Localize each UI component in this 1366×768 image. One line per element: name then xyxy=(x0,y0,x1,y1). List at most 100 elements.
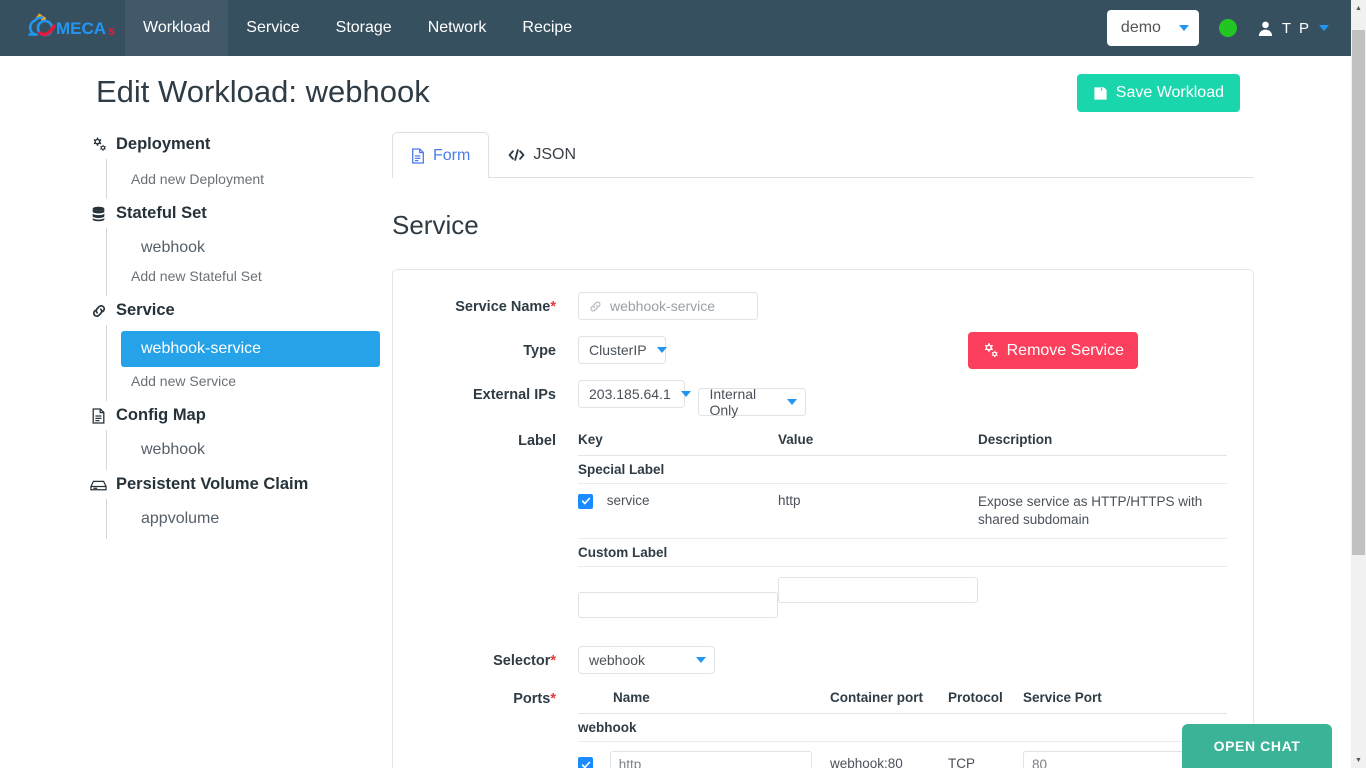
label-group-name: Custom Label xyxy=(578,538,1227,567)
sidebar-group-service[interactable]: Service xyxy=(90,296,380,325)
scrollbar-thumb[interactable] xyxy=(1352,30,1365,555)
sidebar-group-label: Service xyxy=(116,301,175,319)
namespace-value: demo xyxy=(1120,19,1161,36)
nav-item-service[interactable]: Service xyxy=(228,0,317,56)
label-type: Type xyxy=(523,343,556,359)
top-navbar: MECA s Workload Service Storage Network … xyxy=(0,0,1351,56)
svg-text:MECA: MECA xyxy=(56,19,106,38)
namespace-select[interactable]: demo xyxy=(1106,10,1199,46)
label-service-name: Service Name* xyxy=(393,292,578,315)
control-selector: webhook xyxy=(578,646,1227,674)
label-external-ips: External IPs xyxy=(472,387,556,403)
label-row-checkbox[interactable] xyxy=(578,493,593,509)
tree-group-deployment: Deployment Add new Deployment xyxy=(90,130,380,199)
svg-text:s: s xyxy=(108,23,115,38)
nav-item-recipe[interactable]: Recipe xyxy=(504,0,590,56)
nav-item-storage[interactable]: Storage xyxy=(318,0,410,56)
sidebar-group-deployment[interactable]: Deployment xyxy=(90,130,380,159)
drive-icon xyxy=(90,478,107,492)
chevron-down-icon xyxy=(696,657,706,663)
document-icon xyxy=(411,147,425,164)
sidebar-item-add-new-stateful-set[interactable]: Add new Stateful Set xyxy=(107,262,380,290)
control-external-ips: 203.185.64.1 Internal Only xyxy=(578,380,1227,418)
workload-tree-sidebar: Deployment Add new Deployment Stateful S… xyxy=(90,130,380,539)
label-custom-row xyxy=(578,567,1227,629)
link-icon xyxy=(590,301,601,311)
selector-select[interactable]: webhook xyxy=(578,646,715,674)
label-col-value: Value xyxy=(778,432,978,456)
sidebar-children: Add new Deployment xyxy=(106,159,380,199)
sidebar-children: appvolume xyxy=(106,499,380,539)
sidebar-children: webhook-service Add new Service xyxy=(106,325,380,401)
port-name-value: http xyxy=(618,756,642,768)
database-icon xyxy=(90,206,107,222)
control-service-name: webhook-service xyxy=(578,292,1227,320)
floppy-save-icon xyxy=(1094,86,1107,100)
check-icon xyxy=(581,761,590,768)
custom-label-key-cell xyxy=(578,567,778,629)
user-menu[interactable]: T P xyxy=(1257,20,1329,37)
nav-label: Service xyxy=(246,19,300,36)
main-nav: Workload Service Storage Network Recipe xyxy=(125,0,590,56)
tab-json[interactable]: JSON xyxy=(489,132,595,177)
sidebar-item-webhook-statefulset[interactable]: webhook xyxy=(107,234,380,262)
nav-item-network[interactable]: Network xyxy=(410,0,505,56)
tab-label: JSON xyxy=(533,146,576,163)
status-indicator-dot xyxy=(1218,19,1237,37)
editor-tabs: Form JSON xyxy=(392,132,1254,178)
scroll-up-arrow-icon[interactable]: ▲ xyxy=(1351,0,1366,16)
custom-label-description-cell xyxy=(978,567,1227,629)
save-workload-button[interactable]: Save Workload xyxy=(1076,74,1240,112)
tree-group-service: Service webhook-service Add new Service xyxy=(90,296,380,401)
label-group-row-special: Special Label xyxy=(578,455,1227,484)
control-label-table: Key Value Description Special Label serv… xyxy=(578,432,1227,628)
sidebar-group-stateful-set[interactable]: Stateful Set xyxy=(90,199,380,228)
custom-label-value-cell xyxy=(778,567,978,629)
ports-col-container-port: Container port xyxy=(830,690,948,714)
check-icon xyxy=(581,498,590,505)
label-table: Key Value Description Special Label serv… xyxy=(578,432,1227,628)
sidebar-group-label: Persistent Volume Claim xyxy=(116,475,309,493)
label-value-cell: http xyxy=(778,483,978,539)
sidebar-item-add-new-service[interactable]: Add new Service xyxy=(107,367,380,395)
sidebar-item-webhook-service[interactable]: webhook-service xyxy=(121,331,380,367)
label-group-row-custom: Custom Label xyxy=(578,538,1227,567)
chevron-down-icon xyxy=(656,347,667,353)
service-name-input[interactable]: webhook-service xyxy=(578,292,758,320)
sidebar-group-label: Deployment xyxy=(116,135,211,153)
remove-service-button[interactable]: Remove Service xyxy=(967,332,1138,369)
tree-group-stateful-set: Stateful Set webhook Add new Stateful Se… xyxy=(90,199,380,296)
sidebar-item-webhook-configmap[interactable]: webhook xyxy=(107,436,380,464)
port-row-checkbox[interactable] xyxy=(578,757,593,768)
sidebar-group-persistent-volume-claim[interactable]: Persistent Volume Claim xyxy=(90,470,380,499)
external-ip-value: 203.185.64.1 xyxy=(589,386,671,402)
ports-table-header-row: Name Container port Protocol Service Por… xyxy=(578,690,1227,714)
page-scrollbar[interactable]: ▲ ▼ xyxy=(1351,0,1366,768)
external-ip-scope-select[interactable]: Internal Only xyxy=(698,386,807,418)
port-name-input[interactable]: http xyxy=(609,751,812,768)
nav-label: Storage xyxy=(335,19,392,36)
sidebar-item-appvolume[interactable]: appvolume xyxy=(107,505,380,533)
scroll-down-arrow-icon[interactable]: ▼ xyxy=(1351,752,1366,768)
sidebar-group-config-map[interactable]: Config Map xyxy=(90,401,380,430)
brand-logo[interactable]: MECA s xyxy=(0,0,125,56)
sidebar-children: webhook Add new Stateful Set xyxy=(106,228,380,296)
label-group-name: Special Label xyxy=(578,455,1227,484)
sidebar-group-label: Config Map xyxy=(116,406,206,424)
sidebar-item-add-new-deployment[interactable]: Add new Deployment xyxy=(107,165,380,193)
external-ip-select[interactable]: 203.185.64.1 xyxy=(578,380,691,408)
ports-col-name: Name xyxy=(578,690,830,714)
custom-label-key-input[interactable] xyxy=(578,592,778,618)
tab-form[interactable]: Form xyxy=(392,132,490,178)
label-col-key: Key xyxy=(578,432,778,456)
cogs-icon xyxy=(90,137,107,152)
label-text: Ports xyxy=(513,691,551,707)
ports-col-service-port: Service Port xyxy=(1023,690,1227,714)
open-chat-button[interactable]: OPEN CHAT xyxy=(1182,724,1332,768)
tree-group-persistent-volume-claim: Persistent Volume Claim appvolume xyxy=(90,470,380,539)
chevron-down-icon xyxy=(1178,25,1189,31)
nav-item-workload[interactable]: Workload xyxy=(125,0,229,56)
type-select[interactable]: ClusterIP xyxy=(578,336,667,364)
label-text: Service Name xyxy=(455,299,551,315)
custom-label-value-input[interactable] xyxy=(778,577,978,603)
